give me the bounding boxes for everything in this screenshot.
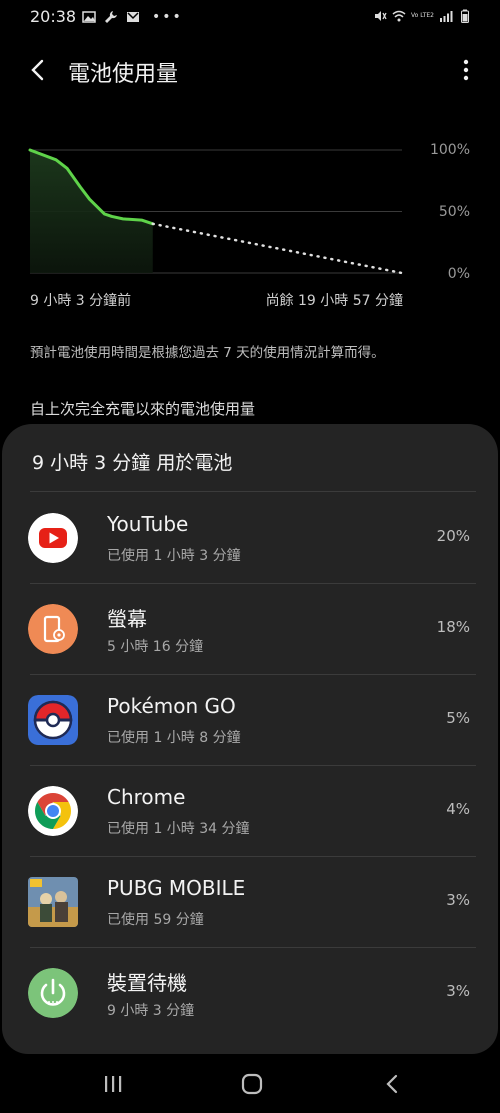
y-tick-label: 0% (447, 266, 470, 282)
gmail-icon (127, 12, 139, 22)
battery-forecast-line (151, 222, 404, 275)
pokemon-go-icon (28, 695, 78, 745)
more-vert-icon (463, 59, 469, 81)
divider (30, 491, 476, 492)
x-end-label: 尚餘 19 小時 57 分鐘 (265, 293, 403, 309)
app-percentage: 18% (436, 618, 470, 636)
app-percentage: 3% (446, 982, 470, 1000)
section-title: 自上次完全充電以來的電池使用量 (30, 400, 256, 418)
app-usage-time: 已使用 1 小時 8 分鐘 (107, 730, 241, 746)
app-percentage: 20% (436, 527, 470, 545)
status-bar: 20:38 ••• Vo LTE2 (0, 0, 500, 36)
app-name: YouTube (107, 512, 189, 536)
wrench-icon (105, 11, 117, 23)
app-usage-time: 9 小時 3 分鐘 (107, 1003, 195, 1019)
signal-icon (440, 11, 453, 22)
back-icon (386, 1074, 398, 1094)
app-name: 裝置待機 (107, 971, 187, 995)
app-usage-time: 已使用 1 小時 3 分鐘 (107, 548, 241, 564)
wifi-icon (392, 10, 406, 22)
page-title: 電池使用量 (68, 62, 179, 87)
gallery-icon (82, 11, 96, 23)
app-row-pubg-mobile[interactable]: PUBG MOBILE 已使用 59 分鐘 3% (2, 857, 498, 947)
pubg-icon (28, 877, 78, 927)
lte-icon: Vo LTE2 (410, 12, 434, 19)
recents-button[interactable] (99, 1070, 127, 1098)
header: 電池使用量 (0, 48, 500, 92)
card-title: 9 小時 3 分鐘 用於電池 (32, 452, 233, 474)
status-right-icons: Vo LTE2 (373, 9, 472, 23)
x-start-label: 9 小時 3 分鐘前 (30, 293, 132, 309)
app-usage-time: 5 小時 16 分鐘 (107, 639, 204, 655)
app-percentage: 3% (446, 891, 470, 909)
navigation-bar (0, 1056, 500, 1113)
y-tick-label: 50% (438, 204, 470, 220)
app-row-screen[interactable]: 螢幕 5 小時 16 分鐘 18% (2, 584, 498, 674)
app-percentage: 5% (446, 709, 470, 727)
app-name: Chrome (107, 785, 186, 809)
standby-power-icon (28, 968, 78, 1018)
more-dots-icon: ••• (152, 9, 183, 25)
back-button[interactable] (24, 56, 52, 84)
home-icon (241, 1073, 263, 1095)
more-options-button[interactable] (458, 56, 474, 84)
status-time: 20:38 (30, 7, 77, 26)
home-button[interactable] (238, 1070, 266, 1098)
battery-chart: 100% 50% 0% 9 小時 3 分鐘前 尚餘 19 小時 57 分鐘 (0, 136, 500, 316)
app-name: Pokémon GO (107, 694, 236, 718)
battery-chart-plot (28, 148, 404, 275)
app-percentage: 4% (446, 800, 470, 818)
app-name: 螢幕 (107, 607, 147, 631)
usage-card: 9 小時 3 分鐘 用於電池 YouTube 已使用 1 小時 3 分鐘 20%… (2, 424, 498, 1054)
app-row-pokemon-go[interactable]: Pokémon GO 已使用 1 小時 8 分鐘 5% (2, 675, 498, 765)
status-left-icons: ••• (82, 9, 183, 25)
back-nav-button[interactable] (378, 1070, 406, 1098)
estimate-note: 預計電池使用時間是根據您過去 7 天的使用情況計算而得。 (30, 345, 385, 361)
app-row-standby[interactable]: 裝置待機 9 小時 3 分鐘 3% (2, 948, 498, 1038)
app-row-youtube[interactable]: YouTube 已使用 1 小時 3 分鐘 20% (2, 493, 498, 583)
battery-icon (461, 9, 469, 23)
app-usage-time: 已使用 59 分鐘 (107, 912, 204, 928)
y-tick-label: 100% (429, 142, 470, 158)
app-row-chrome[interactable]: Chrome 已使用 1 小時 34 分鐘 4% (2, 766, 498, 856)
chrome-icon (28, 786, 78, 836)
mute-icon (374, 11, 387, 21)
youtube-icon (28, 513, 78, 563)
screen-icon (28, 604, 78, 654)
app-name: PUBG MOBILE (107, 876, 246, 900)
recents-icon (105, 1076, 122, 1092)
app-usage-time: 已使用 1 小時 34 分鐘 (107, 821, 250, 837)
chevron-left-icon (31, 59, 44, 81)
